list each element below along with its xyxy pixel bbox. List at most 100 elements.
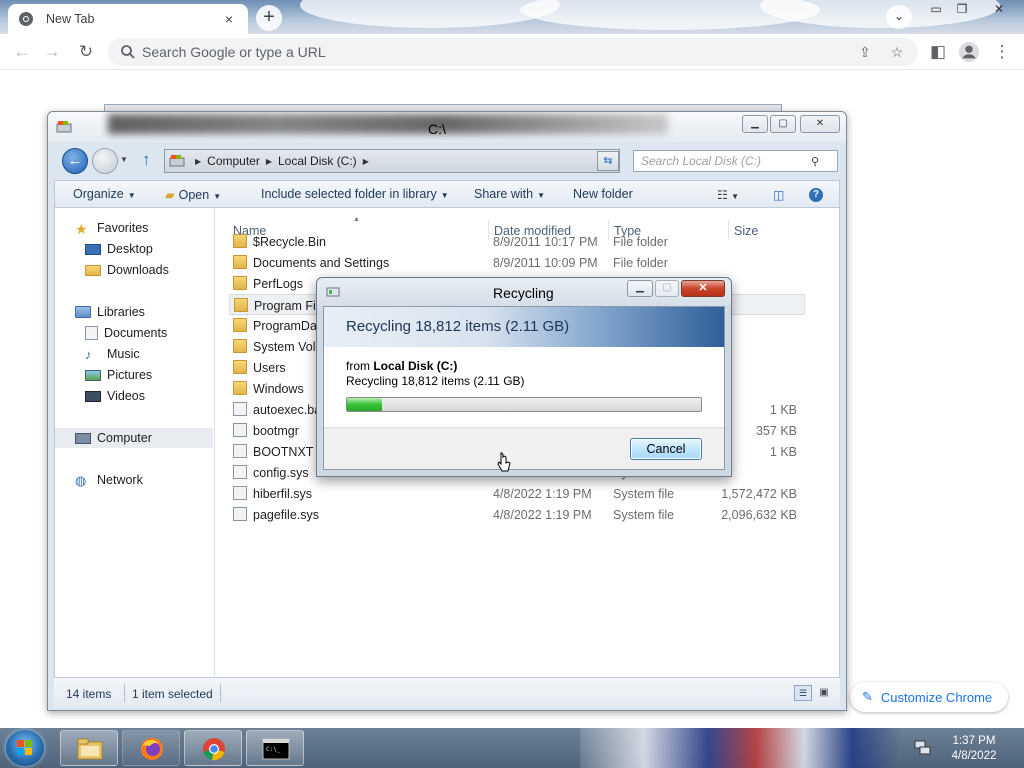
explorer-navigation-row: ← ▼ ↑ ▶ Computer ▶ Local Disk (C:) ▶ ▼ ⇆… [48,142,846,178]
selection-count: 1 item selected [132,687,213,701]
progress-bar-fill [347,398,383,411]
windows-logo-icon [17,740,32,755]
search-icon [121,45,135,59]
new-tab-button[interactable]: + [256,5,282,31]
omnibox[interactable]: ⇪ ☆ [108,38,918,66]
file-type: File folder [613,256,668,270]
file-name: $Recycle.Bin [253,235,326,249]
downloads-folder-icon [85,264,101,276]
close-window-icon[interactable]: ✕ [988,2,1010,18]
customize-chrome-button[interactable]: ✎ Customize Chrome [850,682,1008,712]
taskbar-firefox-button[interactable] [122,730,180,766]
refresh-icon[interactable]: ⇆ [597,151,619,171]
folder-icon [233,360,247,374]
wallpaper-strip [580,728,900,768]
kebab-menu-icon[interactable]: ⋮ [990,40,1014,64]
file-row[interactable]: pagefile.sys 4/8/2022 1:19 PM System file 2… [229,504,829,525]
file-row[interactable]: Documents and Settings 8/9/2011 10:09 PM F… [229,252,829,273]
organize-menu[interactable]: Organize ▼ [73,187,136,201]
documents-icon [85,326,98,340]
file-row[interactable]: $Recycle.Bin 8/9/2011 10:17 PM File folder [229,231,829,252]
tab-new-tab[interactable]: New Tab × [8,4,248,34]
help-icon[interactable]: ? [809,188,823,202]
nav-videos[interactable]: Videos [85,386,145,406]
explorer-minimize-icon[interactable]: ▁ [742,115,768,133]
system-clock[interactable]: 1:37 PM 4/8/2022 [944,734,1004,764]
open-label: Open [178,188,210,202]
nav-documents[interactable]: Documents [85,323,167,343]
up-arrow-icon[interactable]: ↑ [142,150,151,170]
forward-button-icon[interactable] [92,148,118,174]
nav-favorites[interactable]: ★ Favorites [75,218,148,238]
start-button[interactable] [6,730,44,766]
taskbar-chrome-button[interactable] [184,730,242,766]
recycle-progress-bar [346,397,702,412]
taskbar-explorer-button[interactable] [60,730,118,766]
back-button-icon[interactable]: ← [62,148,88,174]
large-icons-view-icon[interactable]: ▣ [816,685,832,701]
nav-desktop[interactable]: Desktop [85,239,153,259]
breadcrumb-separator-icon[interactable]: ▶ [266,157,272,166]
nav-libraries[interactable]: Libraries [75,302,145,322]
back-arrow-icon[interactable]: ← [10,40,34,64]
chevron-down-icon: ▼ [127,191,136,200]
include-library-label: Include selected folder in library [261,187,437,201]
dialog-close-icon[interactable]: ✕ [681,280,725,297]
network-globe-icon: ◍ [75,473,87,488]
chevron-down-icon: ▼ [440,191,449,200]
side-panel-icon[interactable]: ◧ [926,40,950,64]
recent-pages-dropdown-icon[interactable]: ▼ [120,155,128,164]
dialog-titlebar[interactable]: Recycling ▁ ▢ ✕ [317,278,731,306]
minimize-icon[interactable]: ▭ [926,2,946,18]
forward-arrow-icon[interactable]: → [40,40,64,64]
explorer-title: C:\ [428,121,446,137]
explorer-search-input[interactable] [641,154,811,168]
tab-search-chevron-icon[interactable]: ⌄ [886,5,912,29]
dialog-minimize-icon[interactable]: ▁ [627,280,653,297]
breadcrumb-local-disk[interactable]: Local Disk (C:) [278,154,357,168]
share-with-menu[interactable]: Share with ▼ [474,187,545,201]
omnibox-input[interactable] [142,44,822,60]
folder-icon: ▰ [165,188,175,202]
new-folder-button[interactable]: New folder [573,187,633,201]
file-type: File folder [613,235,668,249]
nav-network[interactable]: ◍ Network [75,470,143,490]
tab-close-icon[interactable]: × [220,11,238,27]
include-in-library-menu[interactable]: Include selected folder in library ▼ [261,187,449,201]
reload-icon[interactable]: ↻ [74,40,98,64]
ghosted-title-artifact [108,114,668,134]
nav-downloads[interactable]: Downloads [85,260,169,280]
preview-pane-icon[interactable]: ◫ [773,188,784,202]
search-icon[interactable]: ⚲ [811,155,819,168]
explorer-maximize-icon[interactable]: ▢ [770,115,796,133]
file-size: 357 KB [755,424,797,438]
profile-avatar-icon[interactable] [957,40,981,64]
nav-computer[interactable]: Computer [55,428,213,448]
nav-network-label: Network [97,473,143,487]
file-name: Users [253,361,286,375]
share-icon[interactable]: ⇪ [854,42,876,62]
breadcrumb-separator-icon[interactable]: ▶ [195,157,201,166]
breadcrumb-separator-icon[interactable]: ▶ [363,157,369,166]
open-menu[interactable]: ▰ Open ▼ [165,187,221,202]
details-view-icon[interactable]: ☰ [794,685,812,701]
explorer-titlebar[interactable]: C:\ ▁ ▢ ✕ [48,112,846,142]
change-view-icon[interactable]: ☷ ▼ [717,188,739,202]
dialog-footer: Cancel [324,427,724,469]
file-row[interactable]: hiberfil.sys 4/8/2022 1:19 PM System file 1… [229,483,829,504]
chrome-logo-icon [19,12,33,26]
bookmark-star-icon[interactable]: ☆ [886,42,908,62]
network-tray-icon[interactable] [914,740,932,756]
dialog-banner: Recycling 18,812 items (2.11 GB) [324,307,724,347]
taskbar-cmd-button[interactable]: C:\_ [246,730,304,766]
breadcrumb-computer[interactable]: Computer [207,154,260,168]
restore-icon[interactable]: ❐ [952,2,972,18]
nav-pictures[interactable]: Pictures [85,365,152,385]
explorer-search-box[interactable]: ⚲ [633,150,838,172]
address-bar[interactable]: ▶ Computer ▶ Local Disk (C:) ▶ ▼ [164,149,705,173]
file-name: autoexec.bat [253,403,325,417]
recycling-dialog: Recycling ▁ ▢ ✕ Recycling 18,812 items (… [316,277,732,477]
explorer-close-icon[interactable]: ✕ [800,115,840,133]
cancel-button[interactable]: Cancel [630,438,702,460]
nav-music[interactable]: ♪ Music [85,344,140,364]
